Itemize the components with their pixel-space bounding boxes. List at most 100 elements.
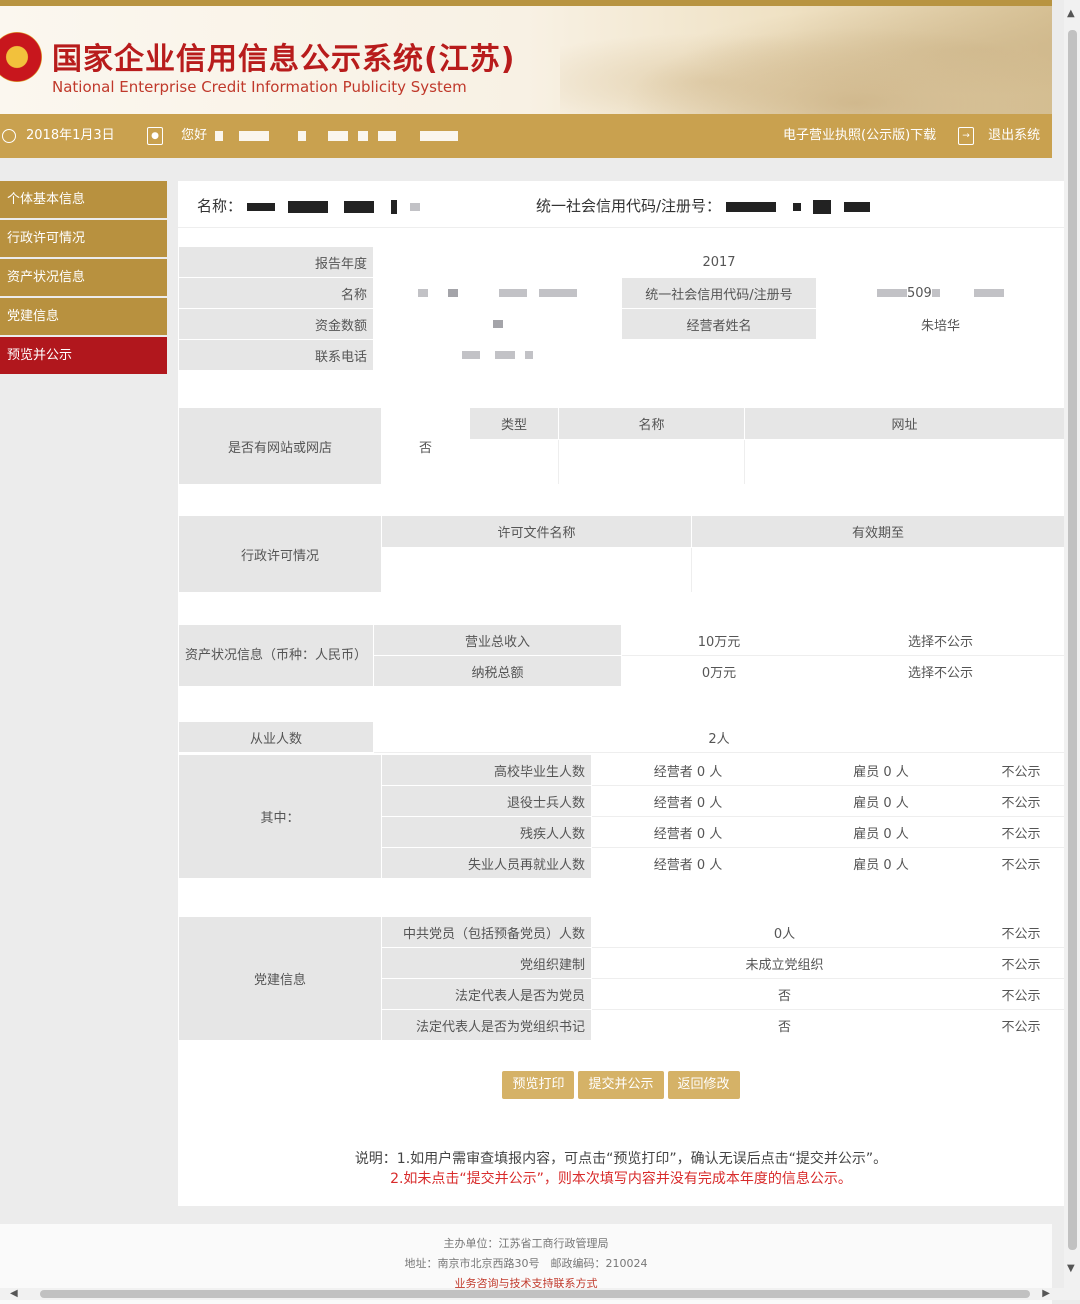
scroll-left-icon[interactable]: ◀ (10, 1288, 18, 1299)
website-col-name: 名称 (558, 406, 745, 441)
website-col-type: 类型 (469, 406, 559, 441)
party-row-item: 党组织建制 (381, 947, 592, 979)
employee-row-operator: 经营者 0 人 (591, 816, 785, 848)
party-label: 党建信息 (178, 916, 382, 1041)
employee-row-staff: 雇员 0 人 (784, 785, 978, 817)
website-answer: 否 (381, 407, 470, 485)
employee-row-public: 不公示 (977, 816, 1065, 848)
capital-label: 资金数额 (178, 308, 374, 340)
employee-row-public: 不公示 (977, 785, 1065, 817)
national-emblem-icon (0, 32, 42, 82)
top-toolbar: 2018年1月3日 ● 您好 电子营业执照(公示版)下载 → 退出系统 (0, 114, 1052, 158)
user-greeting: ● 您好 (147, 114, 459, 158)
permit-col-document: 许可文件名称 (381, 514, 692, 549)
scroll-right-icon[interactable]: ▶ (1042, 1288, 1050, 1299)
current-date: 2018年1月3日 (26, 128, 115, 143)
employee-row-staff: 雇员 0 人 (784, 754, 978, 786)
party-row-value: 否 (591, 978, 978, 1010)
operator-value: 朱培华 (815, 308, 1066, 340)
sidebar-item-permit[interactable]: 行政许可情况 (0, 220, 167, 257)
party-row-public: 不公示 (977, 1009, 1065, 1041)
instruction-note: 说明：1.如用户需审查填报内容，可点击“预览打印”，确认无误后点击“提交并公示”… (178, 1149, 1064, 1189)
credit-code-value: 509 (815, 277, 1066, 309)
party-row-value: 未成立党组织 (591, 947, 978, 979)
party-row-item: 法定代表人是否为党组织书记 (381, 1009, 592, 1041)
name-label: 名称 (178, 277, 374, 309)
operator-label: 经营者姓名 (621, 308, 817, 340)
party-row-public: 不公示 (977, 978, 1065, 1010)
employees-sub-label: 其中： (178, 754, 382, 879)
sidebar-nav: 个体基本信息 行政许可情况 资产状况信息 党建信息 预览并公示 (0, 181, 167, 376)
main-content: 名称： 统一社会信用代码/注册号： 报告年度 2017 名称 统一社会信用代码/… (178, 181, 1066, 1206)
vertical-scrollbar[interactable]: ▲ ▼ (1064, 0, 1080, 1300)
sidebar-item-basic-info[interactable]: 个体基本信息 (0, 181, 167, 218)
scroll-up-icon[interactable]: ▲ (1067, 8, 1075, 19)
employee-row-operator: 经营者 0 人 (591, 847, 785, 879)
greeting-text: 您好 (181, 128, 208, 143)
entity-name: 名称： (197, 195, 420, 216)
vertical-scroll-thumb[interactable] (1068, 30, 1077, 1250)
horizontal-scrollbar[interactable]: ◀ ▶ (0, 1288, 1064, 1300)
phone-value-masked (373, 339, 622, 371)
party-row-value: 否 (591, 1009, 978, 1041)
entity-credit-code: 统一社会信用代码/注册号： (536, 195, 871, 216)
assets-table: 资产状况信息（币种：人民币） 营业总收入 10万元 选择不公示 纳税总额 0万元… (178, 624, 1065, 687)
assets-public-choice: 选择不公示 (816, 655, 1065, 687)
submit-publish-button[interactable]: 提交并公示 (578, 1071, 664, 1099)
credit-code-partial: 509 (907, 285, 932, 301)
date-display: 2018年1月3日 (2, 114, 115, 158)
license-download-link[interactable]: 电子营业执照(公示版)下载 (783, 114, 936, 158)
employee-row-staff: 雇员 0 人 (784, 816, 978, 848)
employee-row-item: 退役士兵人数 (381, 785, 592, 817)
employees-value: 2人 (373, 721, 1065, 753)
banner-mountain-art (560, 6, 1052, 114)
preview-print-button[interactable]: 预览打印 (502, 1071, 575, 1099)
assets-value: 0万元 (621, 655, 817, 687)
sidebar-item-preview-publish[interactable]: 预览并公示 (0, 337, 167, 374)
employee-row-item: 残疾人人数 (381, 816, 592, 848)
party-row-item: 法定代表人是否为党员 (381, 978, 592, 1010)
logout-button[interactable]: → 退出系统 (958, 114, 1040, 158)
note-line-2: 2.如未点击“提交并公示”，则本次填写内容并没有完成本年度的信息公示。 (390, 1171, 852, 1187)
employee-row-operator: 经营者 0 人 (591, 754, 785, 786)
party-row-public: 不公示 (977, 916, 1065, 948)
party-row-value: 0人 (591, 916, 978, 948)
year-label: 报告年度 (178, 246, 374, 278)
sidebar-item-party[interactable]: 党建信息 (0, 298, 167, 335)
clock-icon (2, 128, 16, 143)
permit-label: 行政许可情况 (178, 515, 382, 593)
back-edit-button[interactable]: 返回修改 (667, 1071, 740, 1099)
website-col-url: 网址 (744, 406, 1065, 441)
masked-username (215, 130, 224, 141)
party-table: 党建信息 中共党员（包括预备党员）人数 0人 不公示 党组织建制 未成立党组织 … (178, 916, 1065, 1041)
user-icon: ● (147, 126, 163, 145)
assets-value: 10万元 (621, 624, 817, 656)
employees-label: 从业人数 (178, 721, 374, 753)
assets-public-choice: 选择不公示 (816, 624, 1065, 656)
sidebar-item-assets[interactable]: 资产状况信息 (0, 259, 167, 296)
basic-info-table: 报告年度 2017 名称 统一社会信用代码/注册号 509 资金数额 经营者姓名… (178, 246, 1066, 371)
site-subtitle: National Enterprise Credit Information P… (52, 78, 467, 96)
scroll-down-icon[interactable]: ▼ (1067, 1263, 1075, 1274)
logout-label: 退出系统 (988, 128, 1041, 143)
permit-table: 行政许可情况 许可文件名称 有效期至 (178, 514, 1065, 593)
logout-icon: → (958, 126, 974, 145)
employee-row-operator: 经营者 0 人 (591, 785, 785, 817)
employee-row-staff: 雇员 0 人 (784, 847, 978, 879)
footer-address: 地址：南京市北京西路30号 邮政编码：210024 (404, 1257, 648, 1270)
action-buttons: 预览打印 提交并公示 返回修改 (178, 1071, 1064, 1099)
horizontal-scroll-thumb[interactable] (40, 1290, 1030, 1298)
note-line-1: 说明：1.如用户需审查填报内容，可点击“预览打印”，确认无误后点击“提交并公示”… (354, 1151, 888, 1167)
footer-host: 主办单位：江苏省工商行政管理局 (443, 1237, 609, 1250)
assets-label: 资产状况信息（币种：人民币） (178, 624, 374, 687)
website-table: 是否有网站或网店 否 类型 名称 网址 (178, 406, 1065, 485)
capital-value-masked (373, 308, 622, 340)
website-question: 是否有网站或网店 (178, 407, 382, 485)
assets-item: 营业总收入 (373, 624, 622, 656)
employees-breakdown-table: 其中： 高校毕业生人数 经营者 0 人 雇员 0 人 不公示 退役士兵人数 经营… (178, 754, 1065, 879)
employee-row-item: 失业人员再就业人数 (381, 847, 592, 879)
phone-label: 联系电话 (178, 339, 374, 371)
site-title: 国家企业信用信息公示系统(江苏) (52, 42, 516, 77)
employees-summary-table: 从业人数 2人 (178, 721, 1065, 753)
employee-row-item: 高校毕业生人数 (381, 754, 592, 786)
